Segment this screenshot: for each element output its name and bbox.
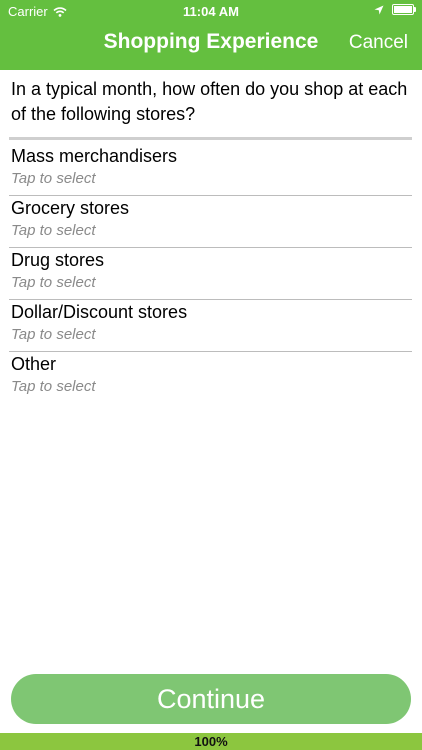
store-select-hint[interactable]: Tap to select: [11, 222, 96, 239]
store-label: Other: [11, 354, 57, 374]
store-select-hint[interactable]: Tap to select: [11, 378, 96, 395]
store-select-hint[interactable]: Tap to select: [11, 326, 96, 343]
question-divider: [9, 137, 412, 140]
store-list: Mass merchandisers Tap to select Grocery…: [9, 144, 412, 403]
store-row-dollar-discount-stores[interactable]: Dollar/Discount stores Tap to select: [9, 300, 412, 352]
store-select-hint[interactable]: Tap to select: [11, 274, 96, 291]
question-text: In a typical month, how often do you sho…: [11, 79, 408, 124]
progress-bar: 100%: [0, 733, 422, 750]
cancel-button[interactable]: Cancel: [349, 32, 408, 54]
store-row-mass-merchandisers[interactable]: Mass merchandisers Tap to select: [9, 144, 412, 196]
store-row-drug-stores[interactable]: Drug stores Tap to select: [9, 248, 412, 300]
status-time: 11:04 AM: [183, 4, 239, 19]
store-label: Dollar/Discount stores: [11, 302, 188, 322]
progress-label: 100%: [194, 734, 228, 749]
survey-screen: Carrier 11:04 AM Shopping Experience Can…: [0, 0, 422, 750]
store-label: Grocery stores: [11, 198, 130, 218]
store-label: Mass merchandisers: [11, 146, 178, 166]
location-arrow-icon: [374, 5, 384, 14]
continue-button[interactable]: Continue: [11, 674, 411, 724]
battery-icon: [392, 4, 416, 15]
store-row-other[interactable]: Other Tap to select: [9, 352, 412, 403]
store-label: Drug stores: [11, 250, 105, 270]
store-row-grocery-stores[interactable]: Grocery stores Tap to select: [9, 196, 412, 248]
status-bar: Carrier 11:04 AM: [0, 0, 422, 22]
nav-bar: Shopping Experience Cancel: [0, 22, 422, 70]
store-select-hint[interactable]: Tap to select: [11, 170, 96, 187]
battery-fill: [394, 6, 412, 13]
status-right: [374, 4, 416, 15]
header: Carrier 11:04 AM Shopping Experience Can…: [0, 0, 422, 70]
